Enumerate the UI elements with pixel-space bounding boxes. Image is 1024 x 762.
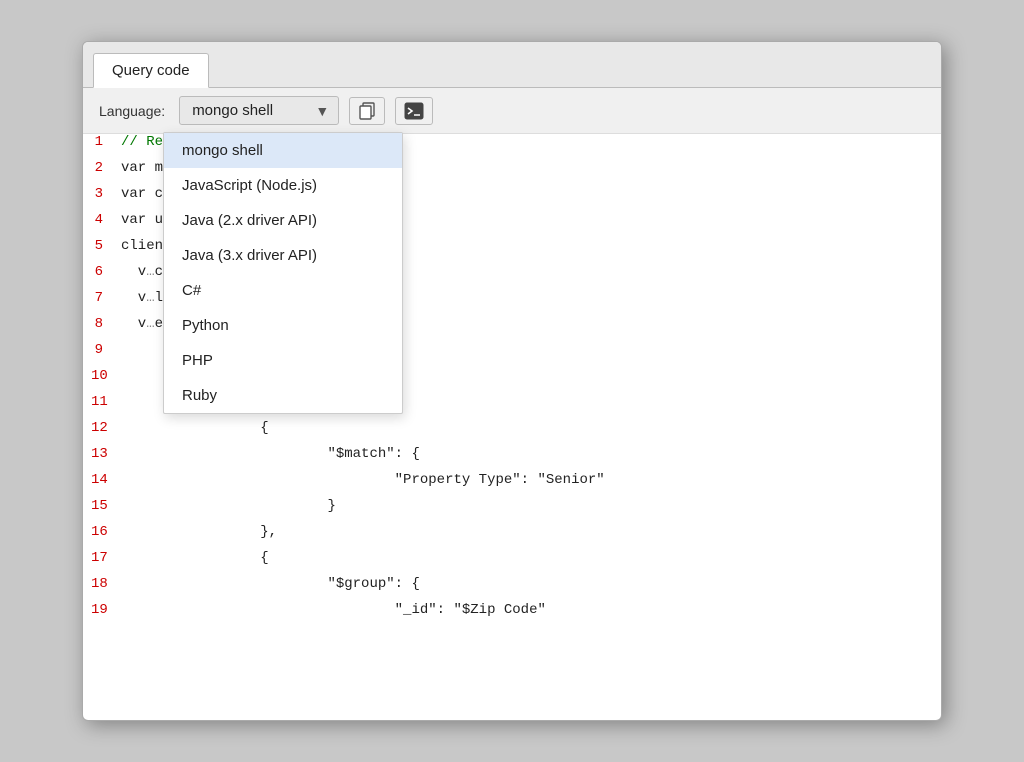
dropdown-item-python[interactable]: Python xyxy=(164,308,402,343)
line-number: 13 xyxy=(83,446,124,462)
line-number: 4 xyxy=(83,212,119,228)
code-line: 13 "$match": { xyxy=(83,446,941,472)
line-number: 7 xyxy=(83,290,119,306)
language-label: Language: xyxy=(99,103,165,119)
dropdown-item-java-(3.x-driver-api)[interactable]: Java (3.x driver API) xyxy=(164,238,402,273)
line-number: 15 xyxy=(83,498,124,514)
query-code-tab[interactable]: Query code xyxy=(93,53,209,88)
copy-button[interactable] xyxy=(349,97,385,125)
toolbar: Language: mongo shell ▼ mongo shellJavaS… xyxy=(83,88,941,134)
line-content: "Property Type": "Senior" xyxy=(124,472,605,488)
line-content: "$match": { xyxy=(124,446,420,462)
dropdown-item-ruby[interactable]: Ruby xyxy=(164,378,402,413)
line-number: 19 xyxy=(83,602,124,618)
line-number: 12 xyxy=(83,420,124,436)
tab-bar: Query code xyxy=(83,42,941,88)
dropdown-item-mongo-shell[interactable]: mongo shell xyxy=(164,133,402,168)
code-line: 12 { xyxy=(83,420,941,446)
line-number: 10 xyxy=(83,368,124,384)
code-line: 19 "_id": "$Zip Code" xyxy=(83,602,941,628)
terminal-button[interactable] xyxy=(395,97,433,125)
language-select-wrapper: mongo shell ▼ xyxy=(179,96,339,125)
main-window: Query code Language: mongo shell ▼ mongo… xyxy=(82,41,942,721)
line-content: }, xyxy=(124,524,277,540)
dropdown-item-javascript-(node.js)[interactable]: JavaScript (Node.js) xyxy=(164,168,402,203)
dropdown-item-php[interactable]: PHP xyxy=(164,343,402,378)
code-line: 14 "Property Type": "Senior" xyxy=(83,472,941,498)
terminal-icon xyxy=(404,102,424,120)
line-content: { xyxy=(124,550,269,566)
code-line: 17 { xyxy=(83,550,941,576)
dropdown-item-java-(2.x-driver-api)[interactable]: Java (2.x driver API) xyxy=(164,203,402,238)
line-content: { xyxy=(124,420,269,436)
line-number: 1 xyxy=(83,134,119,150)
dropdown-item-c#[interactable]: C# xyxy=(164,273,402,308)
line-content: v…e xyxy=(119,316,163,332)
line-number: 9 xyxy=(83,342,119,358)
line-number: 11 xyxy=(83,394,124,410)
line-number: 6 xyxy=(83,264,119,280)
line-number: 16 xyxy=(83,524,124,540)
language-dropdown: mongo shellJavaScript (Node.js)Java (2.x… xyxy=(163,132,403,414)
code-line: 16 }, xyxy=(83,524,941,550)
line-number: 8 xyxy=(83,316,119,332)
line-content: "_id": "$Zip Code" xyxy=(124,602,546,618)
line-content: } xyxy=(124,498,336,514)
code-line: 15 } xyxy=(83,498,941,524)
language-select[interactable]: mongo shell xyxy=(179,96,339,125)
line-number: 17 xyxy=(83,550,124,566)
line-content: "$group": { xyxy=(124,576,420,592)
copy-icon xyxy=(358,102,376,120)
line-number: 14 xyxy=(83,472,124,488)
line-number: 5 xyxy=(83,238,119,254)
line-number: 2 xyxy=(83,160,119,176)
line-number: 18 xyxy=(83,576,124,592)
code-line: 18 "$group": { xyxy=(83,576,941,602)
line-number: 3 xyxy=(83,186,119,202)
